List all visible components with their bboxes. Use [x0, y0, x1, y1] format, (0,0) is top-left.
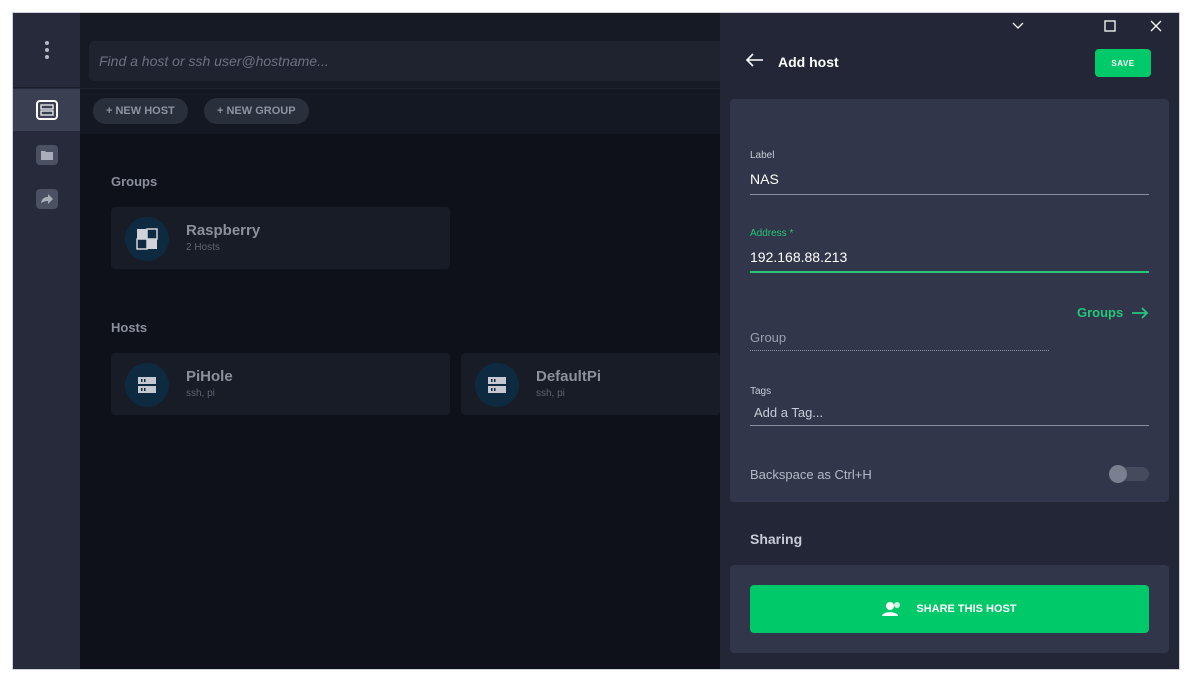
groups-link[interactable]: Groups [1077, 305, 1149, 320]
host-details: ssh, pi [186, 388, 215, 399]
tags-field[interactable]: Add a Tag... [754, 405, 823, 420]
host-card[interactable]: PiHole ssh, pi [111, 353, 450, 415]
group-field[interactable]: Group [750, 330, 786, 345]
label-field-label: Label [750, 150, 775, 161]
hosts-icon [35, 100, 58, 120]
tags-underline [750, 425, 1149, 426]
share-host-button[interactable]: SHARE THIS HOST [750, 585, 1149, 633]
new-host-button[interactable]: + NEW HOST [93, 98, 188, 124]
host-name: PiHole [186, 368, 233, 385]
close-icon[interactable] [1146, 17, 1166, 35]
rail-item-sftp[interactable] [13, 134, 80, 176]
groups-link-label: Groups [1077, 305, 1124, 320]
arrow-right-icon [1132, 306, 1149, 319]
groups-section-title: Groups [111, 174, 158, 189]
rail-item-port-forwarding[interactable] [13, 178, 80, 220]
add-host-panel: Add host SAVE Label NAS Address * 192.16… [720, 13, 1179, 669]
backspace-toggle[interactable] [1109, 465, 1149, 483]
rail-item-hosts[interactable] [13, 89, 80, 131]
sharing-section-title: Sharing [750, 531, 803, 547]
toggle-knob [1109, 465, 1127, 483]
address-underline [750, 271, 1149, 273]
host-details: ssh, pi [536, 388, 565, 399]
host-form: Label NAS Address * 192.168.88.213 Group… [730, 99, 1169, 502]
toolbar: + NEW HOST + NEW GROUP [80, 89, 720, 134]
group-underline [750, 350, 1049, 352]
search-placeholder: Find a host or ssh user@hostname... [99, 53, 329, 69]
group-count: 2 Hosts [186, 242, 220, 253]
server-icon [475, 363, 519, 407]
panel-title: Add host [778, 54, 839, 70]
folder-icon [35, 145, 58, 165]
group-name: Raspberry [186, 222, 261, 239]
sharing-card: SHARE THIS HOST [730, 565, 1169, 653]
app-window: Find a host or ssh user@hostname... + NE… [13, 13, 1179, 669]
address-field-label: Address * [750, 228, 794, 239]
host-name: DefaultPi [536, 368, 602, 385]
host-card[interactable]: DefaultPi ssh, pi [461, 353, 720, 415]
forward-icon [35, 189, 58, 209]
back-arrow-icon[interactable] [745, 53, 766, 71]
users-icon [882, 602, 901, 616]
hosts-section-title: Hosts [111, 320, 148, 335]
label-field[interactable]: NAS [750, 171, 779, 187]
menu-button[interactable] [13, 13, 80, 88]
group-card[interactable]: Raspberry 2 Hosts [111, 207, 450, 269]
main-area: Find a host or ssh user@hostname... + NE… [80, 13, 729, 669]
group-icon [125, 217, 169, 261]
minimize-icon[interactable] [1008, 17, 1028, 35]
backspace-label: Backspace as Ctrl+H [750, 467, 872, 482]
tags-field-label: Tags [750, 386, 772, 397]
left-rail [13, 13, 80, 669]
top-bar: Find a host or ssh user@hostname... [80, 13, 729, 89]
address-field[interactable]: 192.168.88.213 [750, 249, 847, 265]
share-button-label: SHARE THIS HOST [916, 603, 1017, 615]
save-button[interactable]: SAVE [1095, 49, 1151, 77]
new-group-button[interactable]: + NEW GROUP [204, 98, 309, 124]
label-underline [750, 194, 1149, 195]
menu-dots-icon [44, 41, 49, 59]
search-input[interactable]: Find a host or ssh user@hostname... [89, 41, 729, 81]
maximize-icon[interactable] [1100, 17, 1120, 35]
server-icon [125, 363, 169, 407]
